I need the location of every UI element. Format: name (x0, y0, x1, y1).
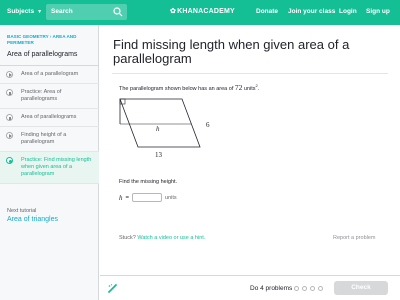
report-problem-link[interactable]: Report a problem (333, 235, 376, 241)
sidebar-item-practice-area[interactable]: Practice: Area of parallelograms (0, 84, 99, 109)
answer-units: units (165, 194, 177, 201)
answer-variable: h (119, 193, 123, 202)
check-button[interactable]: Check (334, 281, 388, 295)
progress-dot (310, 286, 315, 291)
logo-text: KHANACADEMY (177, 8, 235, 15)
video-play-icon (6, 132, 13, 139)
answer-equals: = (125, 194, 130, 201)
subjects-label: Subjects (7, 8, 35, 15)
progress-dot (318, 286, 323, 291)
area-units: units (243, 86, 256, 92)
sidebar-item-label: Area of parallelograms (21, 114, 77, 120)
sidebar: BASIC GEOMETRY › AREA AND PERIMETER Area… (0, 25, 99, 300)
base-label: 13 (155, 151, 163, 159)
hint-link[interactable]: Watch a video or use a hint. (137, 235, 205, 241)
parallelogram-figure: h 6 13 (119, 98, 210, 159)
sidebar-item-practice-missing-length[interactable]: Practice: Find missing length when given… (0, 152, 99, 184)
answer-row: h = units (119, 193, 177, 202)
next-tutorial-label: Next tutorial (7, 208, 37, 214)
current-practice-icon (6, 157, 13, 164)
title-divider (112, 73, 388, 74)
progress-dot (294, 286, 299, 291)
join-class-link[interactable]: Join your class (288, 8, 335, 15)
practice-icon (6, 114, 13, 121)
sidebar-item-finding-height[interactable]: Finding height of a parallelogram (0, 127, 99, 152)
chevron-down-icon: ▼ (37, 8, 43, 15)
next-tutorial-link[interactable]: Area of triangles (7, 216, 58, 223)
donate-link[interactable]: Donate (256, 8, 278, 15)
top-nav-bar: Subjects ▼ Search ✿KHANACADEMY Donate Jo… (0, 0, 400, 25)
side-label: 6 (206, 121, 210, 129)
find-height-label: Find the missing height. (119, 179, 178, 185)
parallelogram-shape (119, 98, 201, 148)
practice-icon (6, 89, 13, 96)
sidebar-item-area-of-parallelograms[interactable]: Area of parallelograms (0, 109, 99, 127)
sidebar-item-label: Practice: Find missing length when given… (21, 157, 92, 177)
exercise-panel: Find missing length when given area of a… (100, 25, 400, 300)
progress-dots (294, 286, 323, 291)
problem-statement: The parallelogram shown below has an are… (119, 83, 259, 92)
sidebar-item-area-of-a-parallelogram[interactable]: Area of a parallelogram (0, 66, 99, 84)
signup-link[interactable]: Sign up (366, 8, 390, 15)
sidebar-item-label: Finding height of a parallelogram (21, 132, 67, 145)
area-value: 72 (234, 83, 243, 92)
prompt-end: . (257, 86, 260, 92)
prompt-text: The parallelogram shown below has an are… (119, 86, 234, 92)
exercise-footer: Do 4 problems Check (100, 275, 400, 300)
khan-academy-logo[interactable]: ✿KHANACADEMY (170, 7, 235, 15)
stuck-row: Stuck? Watch a video or use a hint. (119, 235, 205, 241)
search-placeholder: Search (51, 8, 73, 15)
sidebar-title: Area of parallelograms (7, 51, 78, 58)
problems-count-label: Do 4 problems (250, 285, 293, 292)
leaf-icon: ✿ (170, 8, 177, 15)
video-play-icon (6, 71, 13, 78)
stuck-label: Stuck? (119, 235, 136, 241)
subjects-menu[interactable]: Subjects ▼ (7, 8, 42, 15)
sidebar-item-label: Practice: Area of parallelograms (21, 89, 62, 102)
sidebar-item-label: Area of a parallelogram (21, 71, 79, 77)
search-icon[interactable] (113, 7, 123, 17)
login-link[interactable]: Login (339, 8, 357, 15)
scratchpad-pencil-icon[interactable] (107, 283, 118, 294)
search-box[interactable]: Search (46, 4, 127, 20)
page-title: Find missing length when given area of a… (113, 37, 350, 66)
answer-input[interactable] (132, 193, 163, 202)
sidebar-list: Area of a parallelogram Practice: Area o… (0, 65, 99, 184)
progress-dot (302, 286, 307, 291)
breadcrumb[interactable]: BASIC GEOMETRY › AREA AND PERIMETER (7, 34, 92, 46)
height-label: h (156, 125, 160, 133)
